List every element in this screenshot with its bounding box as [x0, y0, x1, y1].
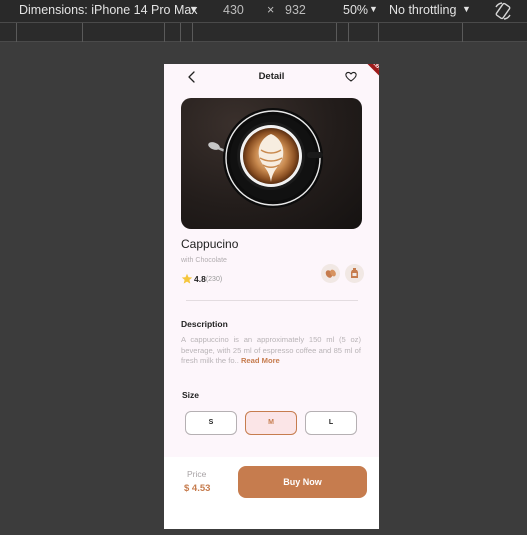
rating-row: 4.8 (230): [181, 272, 222, 286]
read-more-link[interactable]: Read More: [241, 356, 280, 365]
rating-value: 4.8: [194, 274, 206, 284]
device-caret-icon[interactable]: ▼: [189, 4, 198, 14]
height-input[interactable]: 932: [285, 3, 306, 17]
size-option-l[interactable]: L: [305, 411, 357, 435]
price-value: $ 4.53: [184, 483, 211, 494]
device-dimensions-select[interactable]: Dimensions: iPhone 14 Pro Max: [19, 3, 198, 17]
product-name: Cappucino: [181, 237, 239, 251]
milk-badge: [345, 264, 364, 283]
width-input[interactable]: 430: [223, 3, 244, 17]
cappuccino-cup-illustration: [208, 108, 323, 208]
times-symbol: ×: [267, 3, 275, 17]
star-icon: [181, 273, 193, 284]
media-query-ruler: [0, 22, 527, 42]
throttling-select[interactable]: No throttling: [389, 3, 456, 17]
coffee-bean-badge: [321, 264, 340, 283]
devtools-toolbar: Dimensions: iPhone 14 Pro Max ▼ 430 × 93…: [0, 0, 527, 22]
buy-now-button[interactable]: Buy Now: [238, 466, 367, 498]
divider: [186, 300, 358, 301]
review-count: (230): [205, 275, 223, 283]
description-text: A cappuccino is an approximately 150 ml …: [181, 335, 361, 367]
device-name: Dimensions: iPhone 14 Pro Max: [19, 3, 198, 17]
zoom-caret-icon[interactable]: ▼: [369, 4, 378, 14]
size-title: Size: [182, 390, 200, 400]
coffee-bean-icon: [325, 269, 336, 278]
phone-viewport: Detail DEBUG Cappucino with Chocolate 4.…: [164, 64, 379, 529]
milk-carton-icon: [351, 268, 358, 278]
size-option-s[interactable]: S: [185, 411, 237, 435]
purchase-footer: Price $ 4.53 Buy Now: [164, 457, 379, 529]
zoom-select[interactable]: 50%: [343, 3, 368, 17]
throttling-caret-icon[interactable]: ▼: [462, 4, 471, 14]
product-image: [181, 98, 362, 229]
size-option-m[interactable]: M: [245, 411, 297, 435]
product-subtitle: with Chocolate: [181, 257, 227, 264]
heart-icon[interactable]: [345, 71, 357, 82]
price-label: Price: [187, 469, 207, 479]
rotate-icon[interactable]: [493, 1, 513, 21]
description-title: Description: [181, 319, 228, 329]
